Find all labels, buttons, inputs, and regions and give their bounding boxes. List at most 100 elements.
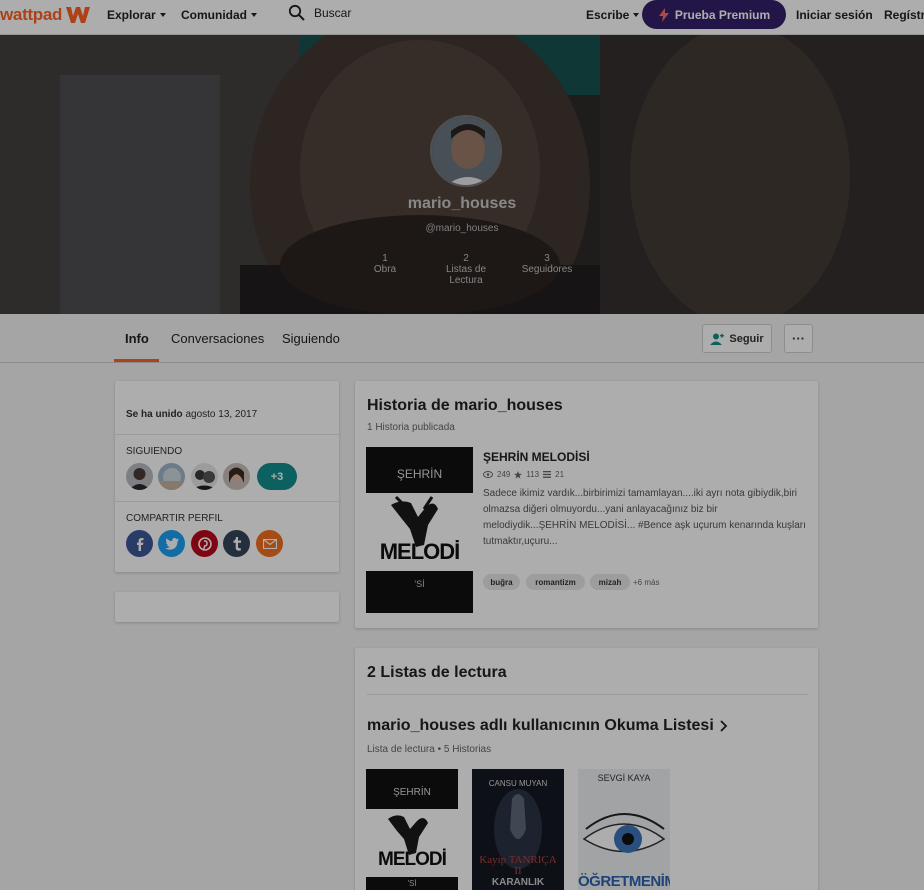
register-link[interactable]: Regístra [884,8,924,22]
story-tag[interactable]: buğra [483,574,520,590]
facebook-icon [136,537,143,551]
divider [367,694,808,695]
profile-hero: mario_houses @mario_houses 1 Obra 2 List… [0,35,924,314]
follow-label: Seguir [729,332,764,345]
facebook-share-button[interactable] [126,530,153,557]
reading-list-meta: Lista de lectura • 5 Historias [367,744,492,755]
reading-list-cover[interactable]: SEVGİ KAYA ÖĞRETMENİM [578,769,670,890]
wattpad-w-icon [66,7,91,23]
following-avatar[interactable] [126,463,153,490]
tab-info[interactable]: Info [125,331,149,346]
story-stats: 249 113 21 [483,470,564,479]
wattpad-logo[interactable]: wattpad [0,3,92,27]
story-parts: 21 [555,470,565,479]
more-options-button[interactable]: ··· [784,324,813,353]
top-navbar: wattpad Explorar Comunidad Buscar Escrib… [0,0,924,35]
chevron-down-icon [159,13,166,17]
avatar-image [223,463,250,490]
reading-list-cover[interactable]: ŞEHRİN MELODİ 'Sİ [366,769,458,890]
stat-value: 3 [544,253,550,264]
cover-main-text: Kayıp TANRIÇA II [479,854,557,877]
reading-list-link[interactable]: mario_houses adlı kullanıcının Okuma Lis… [367,717,729,735]
reading-list-cover[interactable]: CANSU MUYAN Kayıp TANRIÇA II KARANLIK [472,769,564,890]
community-label: Comunidad [181,8,247,22]
following-more-badge[interactable]: +3 [257,463,297,490]
add-user-icon [710,333,725,345]
reading-list-title: mario_houses adlı kullanıcının Okuma Lis… [367,717,714,734]
story-tag[interactable]: mizah [590,574,630,590]
stat-works[interactable]: 1 Obra [345,253,425,275]
logo-text: wattpad [0,5,63,24]
story-description: Sadece ikimiz vardık...birbirimizi tamam… [483,488,806,547]
search-bar[interactable]: Buscar [288,4,351,22]
following-avatar[interactable] [158,463,185,490]
chevron-down-icon [633,13,640,17]
joined-info: Se ha unido agosto 13, 2017 [126,409,257,420]
cover-top-text: ŞEHRİN [393,787,431,798]
follow-button[interactable]: Seguir [702,324,772,353]
tab-conversations[interactable]: Conversaciones [171,331,264,346]
stat-followers[interactable]: 3 Seguidores [507,253,587,275]
star-icon [514,470,523,479]
list-icon [543,471,552,478]
explore-menu[interactable]: Explorar [107,8,166,22]
tumblr-share-button[interactable] [223,530,250,557]
story-votes: 113 [526,470,540,479]
stat-label: Obra [373,264,397,275]
write-menu[interactable]: Escribe [586,8,640,22]
lightning-icon [658,7,669,22]
reading-lists-title: 2 Listas de lectura [367,664,507,681]
profile-avatar[interactable] [430,115,502,187]
pinterest-share-button[interactable] [191,530,218,557]
write-label: Escribe [586,8,630,22]
following-avatar[interactable] [191,463,218,490]
joined-date: agosto 13, 2017 [185,409,258,420]
stories-subtitle: 1 Historia publicada [367,422,455,433]
cover-main-text: ÖĞRETMENİM [578,873,670,890]
cover-main-text: MELODİ [379,539,461,564]
profile-username: mario_houses [407,195,517,212]
avatar-image [158,463,185,490]
tumblr-icon [233,536,241,551]
cover-image [578,769,670,890]
profile-handle: @mario_houses [425,223,499,234]
story-reads: 249 [497,470,511,479]
tab-following[interactable]: Siguiendo [282,331,340,346]
cover-bottom-text: 'Sİ [414,579,425,589]
community-menu[interactable]: Comunidad [181,8,257,22]
chevron-right-icon [720,720,728,732]
cover-main-text: MELODİ [378,849,447,870]
joined-row: Se ha unido agosto 13, 2017 [115,381,339,435]
stat-value: 2 [463,253,469,264]
following-heading: SIGUIENDO [126,446,183,457]
premium-button[interactable]: Prueba Premium [642,0,786,29]
eye-icon [483,471,493,478]
story-title[interactable]: ŞEHRİN MELODİSİ [483,450,590,464]
explore-label: Explorar [107,8,156,22]
avatar-image [191,463,218,490]
cover-bottom-text: KARANLIK [491,877,545,888]
joined-label: Se ha unido [126,409,183,420]
twitter-share-button[interactable] [158,530,185,557]
stat-reading-lists[interactable]: 2 Listas de Lectura [426,253,506,286]
active-tab-indicator [114,359,159,362]
chevron-down-icon [251,13,257,17]
cover-top-text: SEVGİ KAYA [597,773,651,783]
story-cover[interactable]: ŞEHRİN MELODİ 'Sİ [366,447,473,613]
search-icon [288,4,305,21]
sidebar-empty-card [115,592,339,622]
stat-label: Listas de Lectura [445,264,487,286]
share-heading: COMPARTIR PERFIL [126,513,223,524]
pinterest-icon [197,536,212,551]
email-share-button[interactable] [256,530,283,557]
cover-top-text: CANSU MUYAN [488,779,548,788]
stat-label: Seguidores [521,264,573,275]
story-tag[interactable]: romantizm [526,574,585,590]
email-icon [262,538,277,549]
more-tags-link[interactable]: +6 más [633,578,659,587]
cover-bottom-text: 'Sİ [407,879,417,888]
search-input[interactable]: Buscar [314,6,351,20]
following-avatar[interactable] [223,463,250,490]
login-link[interactable]: Iniciar sesión [796,8,873,22]
stories-title: Historia de mario_houses [367,397,563,414]
